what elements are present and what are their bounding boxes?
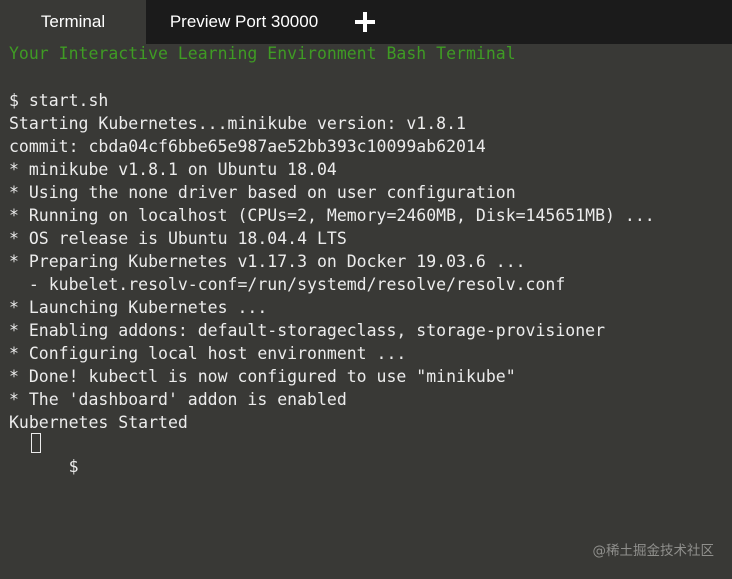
terminal-window: Terminal Preview Port 30000 Your Interac… — [0, 0, 732, 579]
watermark: @稀土掘金技术社区 — [592, 543, 715, 559]
tab-terminal[interactable]: Terminal — [0, 0, 146, 44]
terminal-line: * Enabling addons: default-storageclass,… — [9, 321, 606, 340]
terminal-line: * Preparing Kubernetes v1.17.3 on Docker… — [9, 252, 526, 271]
terminal-line: commit: cbda04cf6bbe65e987ae52bb393c1009… — [9, 137, 486, 156]
prompt-symbol: $ — [68, 457, 79, 476]
terminal-line: Starting Kubernetes...minikube version: … — [9, 114, 466, 133]
terminal-line: * Using the none driver based on user co… — [9, 183, 516, 202]
terminal-line: * Running on localhost (CPUs=2, Memory=2… — [9, 206, 655, 225]
terminal-line: * Configuring local host environment ... — [9, 344, 407, 363]
terminal-line: $ start.sh — [9, 91, 109, 110]
terminal-line: * The 'dashboard' addon is enabled — [9, 390, 347, 409]
text-cursor — [31, 433, 41, 453]
terminal-line: Kubernetes Started — [9, 413, 188, 432]
terminal-line: * OS release is Ubuntu 18.04.4 LTS — [9, 229, 347, 248]
terminal-line: * minikube v1.8.1 on Ubuntu 18.04 — [9, 160, 337, 179]
plus-icon — [355, 12, 375, 32]
terminal-line: * Launching Kubernetes ... — [9, 298, 268, 317]
add-tab-button[interactable] — [350, 0, 380, 44]
terminal-line: - kubelet.resolv-conf=/run/systemd/resol… — [9, 275, 566, 294]
tab-bar: Terminal Preview Port 30000 — [0, 0, 732, 44]
tab-preview-port[interactable]: Preview Port 30000 — [146, 0, 342, 44]
terminal-banner: Your Interactive Learning Environment Ba… — [9, 44, 516, 63]
terminal-output[interactable]: Your Interactive Learning Environment Ba… — [0, 44, 732, 579]
terminal-line: * Done! kubectl is now configured to use… — [9, 367, 516, 386]
terminal-prompt[interactable]: $ — [9, 432, 79, 476]
